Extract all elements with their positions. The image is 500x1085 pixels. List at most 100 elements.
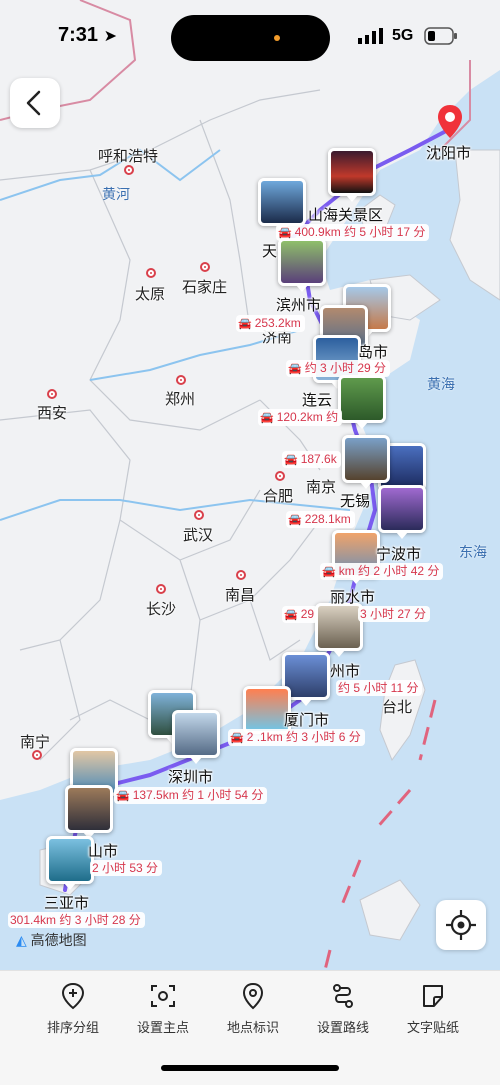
stop-photo[interactable]	[258, 178, 306, 232]
location-pin-icon	[242, 982, 264, 1010]
segment-label[interactable]: 2 小时 53 分	[90, 860, 163, 876]
stop-photo[interactable]	[315, 603, 363, 657]
locate-button[interactable]	[436, 900, 486, 950]
stop-label[interactable]: 无锡	[340, 490, 370, 511]
segment-label[interactable]: 🚘 253.2km	[236, 315, 305, 332]
crosshair-icon	[446, 910, 476, 940]
city-dot	[146, 268, 156, 278]
segment-label[interactable]: 🚘 约 3 小时 29 分	[286, 360, 391, 377]
map-canvas[interactable]: 呼和浩特 太原 石家庄 郑州 西安 合肥 南京 武汉 长沙 南昌 南宁 台北 济…	[0, 0, 500, 970]
stop-label[interactable]: 州市	[330, 660, 360, 681]
segment-label[interactable]: 🚘 120.2km 约	[258, 409, 343, 426]
stop-photo[interactable]	[328, 148, 376, 202]
stop-label[interactable]: 滨州市	[276, 294, 321, 315]
water-label: 黄河	[102, 186, 130, 202]
toolbar-sort-group[interactable]: 排序分组	[28, 981, 118, 1036]
stop-label[interactable]: 山市	[88, 840, 118, 861]
city-label: 石家庄	[182, 279, 228, 296]
city-label: 合肥	[263, 488, 294, 505]
segment-label[interactable]: 🚘 137.5km 约 1 小时 54 分	[114, 787, 268, 804]
stop-label[interactable]: 丽水市	[330, 586, 375, 607]
status-time: 7:31 ➤	[58, 24, 117, 46]
city-dot	[275, 471, 285, 481]
toolbar-label: 设置主点	[136, 1020, 189, 1035]
stop-photo[interactable]	[65, 785, 113, 839]
city-dot	[47, 389, 57, 399]
status-bar: 7:31 ➤ 5G	[0, 0, 500, 70]
sticker-icon	[423, 985, 443, 1007]
route-icon	[333, 984, 353, 1008]
segment-label[interactable]: 301.4km 约 3 小时 28 分	[8, 912, 145, 928]
city-label: 台北	[382, 699, 413, 716]
location-arrow-icon: ➤	[103, 28, 117, 45]
back-button[interactable]	[10, 78, 60, 128]
city-label: 西安	[37, 405, 68, 422]
toolbar-label: 文字贴纸	[406, 1020, 459, 1035]
stop-label[interactable]: 沈阳市	[426, 142, 471, 163]
city-dot	[176, 375, 186, 385]
water-label: 黄海	[427, 376, 455, 392]
segment-label[interactable]: 3 小时 27 分	[358, 606, 431, 622]
city-label: 呼和浩特	[98, 148, 159, 165]
city-dot	[236, 570, 246, 580]
city-dot	[124, 165, 134, 175]
logo-text: 高德地图	[30, 932, 87, 948]
battery-icon	[424, 27, 457, 45]
segment-label[interactable]: 🚘 187.6k	[282, 451, 341, 468]
car-icon: 🚘	[284, 609, 298, 621]
segment-label[interactable]: 🚘 29	[282, 606, 319, 623]
stop-label[interactable]: 天	[262, 240, 277, 261]
stop-label[interactable]: 连云	[302, 389, 332, 410]
toolbar-label: 地点标识	[226, 1020, 279, 1035]
toolbar-label: 排序分组	[46, 1020, 99, 1035]
stop-label[interactable]: 宁波市	[376, 543, 421, 564]
stop-label[interactable]: 深圳市	[168, 766, 213, 787]
chevron-left-icon	[26, 90, 41, 116]
car-icon: 🚘	[322, 566, 336, 578]
toolbar-label: 设置路线	[316, 1020, 369, 1035]
toolbar-place-marker[interactable]: 地点标识	[208, 981, 298, 1036]
city-label: 太原	[135, 286, 166, 303]
segment-label[interactable]: 🚘 km 约 2 小时 42 分	[320, 563, 444, 580]
stop-photo[interactable]	[338, 375, 386, 429]
dynamic-island	[171, 15, 330, 61]
car-icon: 🚘	[288, 514, 302, 526]
logo-icon: ◭	[16, 932, 27, 948]
city-dot	[156, 584, 166, 594]
signal-icon	[358, 28, 383, 44]
destination-pin-icon[interactable]	[436, 104, 464, 140]
city-label: 南京	[306, 479, 337, 496]
city-label: 南宁	[20, 734, 51, 751]
stop-label[interactable]: 三亚市	[44, 892, 89, 913]
car-icon: 🚘	[230, 732, 244, 744]
stop-photo[interactable]	[172, 710, 220, 764]
stop-label[interactable]: 厦门市	[284, 709, 329, 730]
city-dot	[32, 750, 42, 760]
stop-label[interactable]: 岛市	[358, 341, 388, 362]
pin-add-icon	[61, 982, 85, 1010]
toolbar-set-main[interactable]: 设置主点	[118, 981, 208, 1036]
stop-photo[interactable]	[378, 485, 426, 539]
city-label: 郑州	[165, 391, 196, 408]
home-indicator[interactable]	[161, 1065, 339, 1071]
segment-label[interactable]: 🚘 228.1km	[286, 511, 355, 528]
city-label: 南昌	[225, 587, 256, 604]
car-icon: 🚘	[116, 790, 130, 802]
city-label: 长沙	[146, 601, 177, 618]
stop-label[interactable]: 山海关景区	[308, 204, 383, 225]
car-icon: 🚘	[260, 412, 274, 424]
toolbar-set-route[interactable]: 设置路线	[298, 981, 388, 1036]
car-icon: 🚘	[288, 363, 302, 375]
toolbar-text-sticker[interactable]: 文字贴纸	[388, 981, 478, 1036]
city-label: 武汉	[183, 527, 214, 544]
segment-label[interactable]: 🚘 2 .1km 约 3 小时 6 分	[228, 729, 365, 746]
map-provider-logo: ◭ 高德地图	[16, 930, 87, 950]
stop-photo[interactable]	[342, 435, 390, 489]
water-label: 东海	[459, 544, 487, 560]
stop-photo[interactable]	[278, 238, 326, 292]
car-icon: 🚘	[284, 454, 298, 466]
city-dot	[200, 262, 210, 272]
segment-label[interactable]: 约 5 小时 11 分	[336, 680, 423, 696]
segment-label[interactable]: 🚘 400.9km 约 5 小时 17 分	[276, 224, 430, 241]
stop-photo[interactable]	[46, 836, 94, 890]
